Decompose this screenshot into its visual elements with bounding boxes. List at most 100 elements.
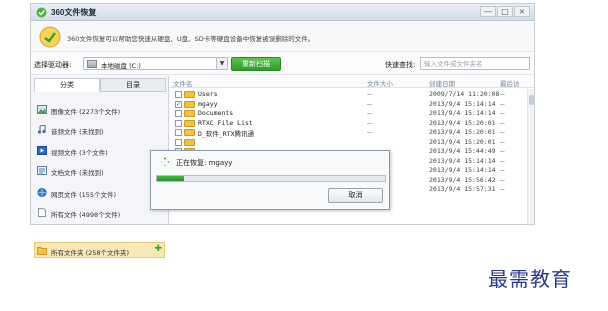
image-icon [37,105,47,114]
file-name: mgayy [198,99,218,108]
category-label: 视频文件 (3个文件) [51,149,108,157]
folder-icon [184,129,195,136]
last-access: -- [500,175,505,184]
chevron-down-icon[interactable]: ▼ [216,58,227,69]
column-header-created[interactable]: 创建日期 [429,78,455,88]
file-size: -- [367,99,372,108]
file-size: -- [367,118,372,127]
category-label: 所有文件 (4998个文件) [51,211,121,219]
column-header-name[interactable]: 文件名 [173,78,193,88]
last-access: -- [500,156,505,165]
table-row[interactable]: ✓ mgayy -- 2013/9/4 15:14:14 -- [170,100,534,109]
rescan-button[interactable]: 重新扫描 [231,57,281,71]
last-access: -- [500,109,505,117]
row-checkbox[interactable] [175,119,182,127]
last-access: -- [500,147,505,155]
table-row[interactable]: RTXC File List -- 2013/9/4 15:20:01 -- [170,119,534,128]
file-size: -- [367,109,372,117]
music-icon [37,125,46,134]
recovery-progress-bar [156,175,386,182]
last-access: -- [500,137,505,146]
info-banner: 360文件恢复可以帮助您快速从硬盘、U盘、SD卡等硬盘设备中恢复被误删除的文件。 [31,22,534,52]
category-document[interactable]: 文档文件 (未找到) [35,164,165,178]
tab-category[interactable]: 分类 [34,78,100,92]
column-header-size[interactable]: 文件大小 [367,78,393,88]
tab-directory[interactable]: 目录 [100,78,166,92]
folder-icon [184,100,195,108]
file-name: Documents [198,109,234,117]
table-row[interactable]: D_软件_RTX腾讯通 -- 2013/9/4 15:20:01 -- [170,128,534,138]
watermark-text: 最需教育 [488,267,572,291]
created-date: 2013/9/4 15:56:42 [429,175,496,184]
category-label: 所有文件夹 (258个文件夹) [51,249,130,257]
table-row[interactable]: Documents -- 2013/9/4 15:14:14 -- [170,109,534,118]
created-date: 2013/9/4 15:14:14 [429,109,496,117]
window-title: 360文件恢复 [51,8,97,17]
category-label: 文档文件 (未找到) [51,169,104,177]
document-icon [37,166,47,175]
sidebar-tabs: 分类 目录 [34,78,166,92]
last-access: -- [500,99,505,108]
folder-icon [37,247,47,255]
title-bar[interactable]: 360文件恢复 — □ × [31,4,534,21]
category-audio[interactable]: 音频文件 (未找到) [35,123,165,137]
recovery-status-text: 正在恢复: mgayy [176,159,233,167]
file-size: -- [367,90,372,98]
last-access: -- [500,185,505,193]
category-video[interactable]: 视频文件 (3个文件) [35,144,165,158]
toolbar: 选择驱动器: 本地磁盘 (C:) ▼ 重新扫描 快速查找: 输入文件或文件夹名 [31,53,534,75]
row-checkbox[interactable] [175,138,182,146]
created-date: 2013/9/4 15:20:01 [429,137,496,146]
banner-text: 360文件恢复可以帮助您快速从硬盘、U盘、SD卡等硬盘设备中恢复被误删除的文件。 [67,35,315,43]
minimize-button[interactable]: — [480,6,496,17]
row-checkbox[interactable]: ✓ [175,100,182,108]
created-date: 2013/9/4 15:44:49 [429,147,496,155]
drive-select[interactable]: 本地磁盘 (C:) ▼ [83,57,228,70]
created-date: 2013/9/4 15:14:14 [429,156,496,165]
spinner-icon [160,157,170,167]
file-size: -- [367,128,372,136]
created-date: 2009/7/14 11:20:08 [429,90,500,98]
last-access: -- [500,90,505,98]
file-name: Users [198,90,218,98]
app-logo-icon [36,7,47,18]
file-name: D_软件_RTX腾讯通 [198,130,254,138]
row-checkbox[interactable] [175,129,182,136]
drive-value: 本地磁盘 (C:) [101,62,141,70]
last-access: -- [500,166,505,174]
plus-icon[interactable]: ✚ [154,244,162,254]
drive-label: 选择驱动器: [34,61,72,69]
category-all-folders[interactable]: 所有文件夹 (258个文件夹) ✚ [34,242,165,258]
category-all-files[interactable]: 所有文件 (4998个文件) [35,206,165,220]
last-access: -- [500,128,505,136]
table-row[interactable]: 2013/9/4 15:20:01 -- [170,138,534,147]
folder-icon [184,110,195,117]
table-row[interactable]: Users -- 2009/7/14 11:20:08 -- [170,90,534,99]
category-panel: 分类 目录 图像文件 (2273个文件) 音频文件 (未找到) 视频文件 (3个… [31,76,169,224]
folder-icon [184,119,195,127]
video-icon [37,146,47,155]
list-header: 文件名 文件大小 创建日期 最后访 [170,76,534,88]
category-image[interactable]: 图像文件 (2273个文件) [35,103,165,117]
created-date: 2013/9/4 15:14:14 [429,99,496,108]
maximize-button[interactable]: □ [497,6,513,17]
file-icon [38,208,46,217]
column-header-last-access[interactable]: 最后访 [500,78,520,88]
folder-icon [184,138,195,146]
category-label: 图像文件 (2273个文件) [51,108,121,116]
created-date: 2013/9/4 15:20:01 [429,128,496,136]
close-button[interactable]: × [514,6,530,17]
folder-icon [184,91,195,98]
created-date: 2013/9/4 15:57:31 [429,185,496,193]
created-date: 2013/9/4 15:14:14 [429,166,496,174]
vertical-scrollbar[interactable] [527,89,534,224]
row-checkbox[interactable] [175,110,182,117]
category-label: 音频文件 (未找到) [51,128,104,136]
progress-fill [157,176,185,181]
scrollbar-thumb[interactable] [529,95,534,105]
category-web[interactable]: 网页文件 (155个文件) [35,186,165,200]
search-input[interactable]: 输入文件或文件夹名 [420,57,530,70]
row-checkbox[interactable] [175,91,182,98]
cancel-button[interactable]: 取消 [328,188,383,203]
category-label: 网页文件 (155个文件) [51,191,117,199]
